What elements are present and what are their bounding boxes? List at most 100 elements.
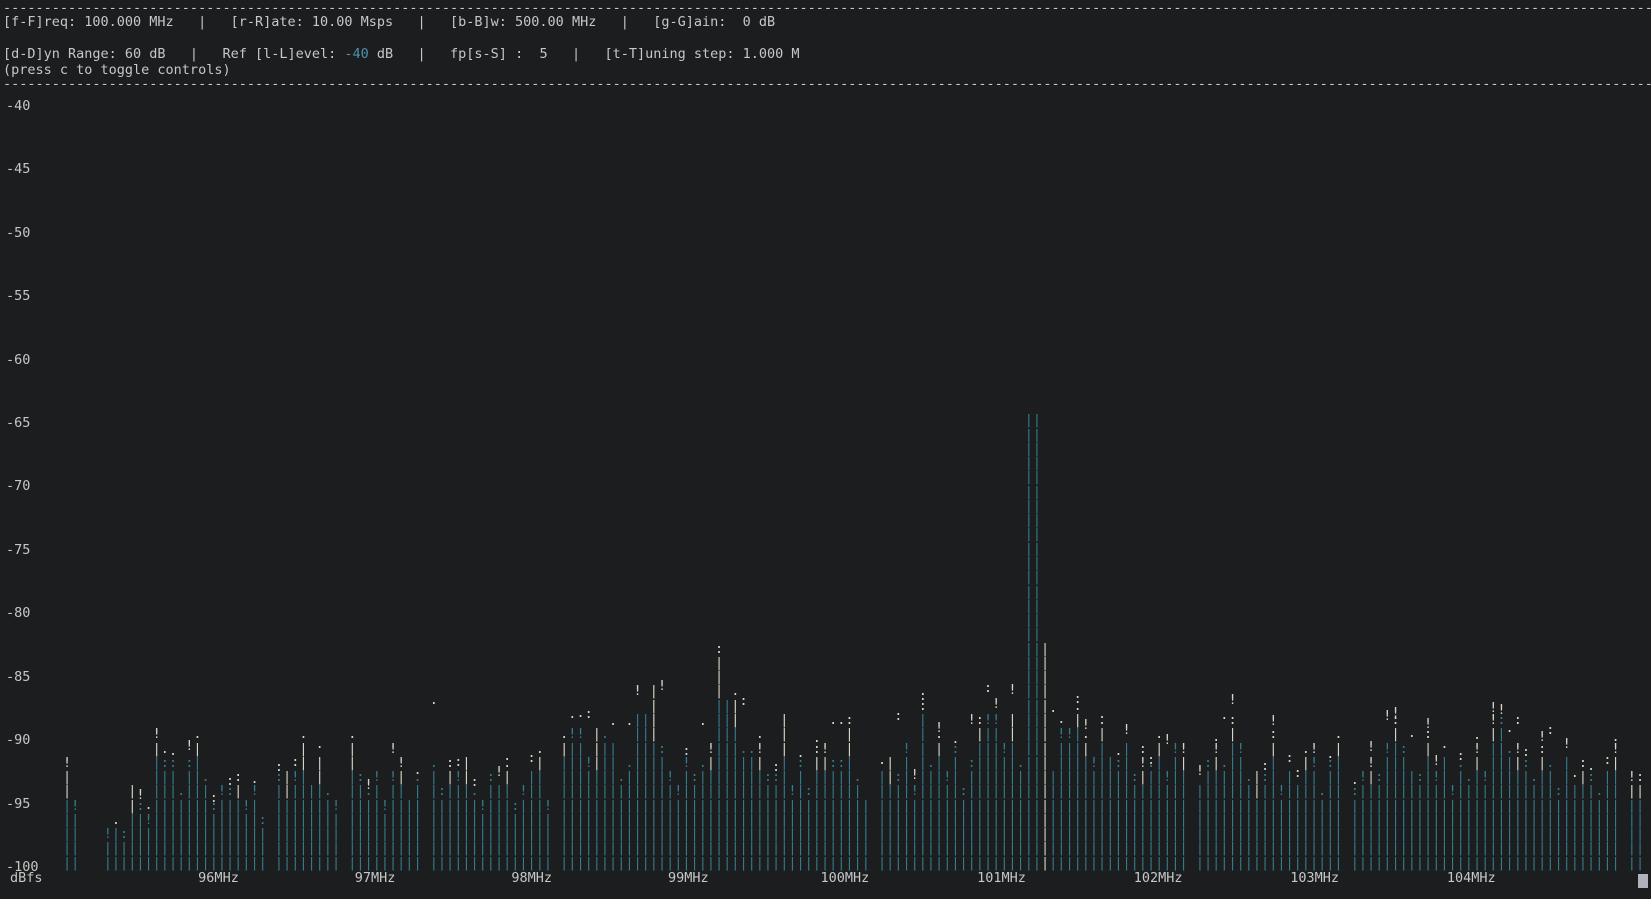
- x-axis-label: 103MHz: [1290, 871, 1339, 885]
- peak-hold-marker: !: [1538, 730, 1546, 744]
- peak-hold-marker: .: [951, 732, 959, 746]
- peak-hold-marker: .: [1220, 708, 1228, 722]
- peak-hold-marker: :: [1546, 723, 1554, 737]
- peak-hold-marker: :: [1522, 745, 1530, 759]
- y-axis-label: -75: [6, 543, 30, 557]
- controls-line-2: [d-D]yn Range: 60 dB | Ref [l-L]evel: -4…: [3, 47, 800, 61]
- peak-hold-marker: !: [1383, 709, 1391, 723]
- ref-level-value: -40: [344, 46, 368, 62]
- peak-hold-marker: :: [210, 791, 218, 805]
- peak-hold-marker: :: [275, 760, 283, 774]
- peak-hold-marker: .: [1612, 730, 1620, 744]
- peak-hold-marker: !: [1563, 737, 1571, 751]
- peak-hold-marker: :: [454, 755, 462, 769]
- peak-hold-marker: .: [829, 713, 837, 727]
- peak-hold-marker: !: [634, 684, 642, 698]
- peak-hold-marker: .: [699, 714, 707, 728]
- peak-hold-marker: .: [161, 742, 169, 756]
- peak-hold-marker: !: [136, 788, 144, 802]
- header-separator-top: ----------------------------------------…: [3, 1, 1651, 15]
- peak-hold-marker: :: [1514, 713, 1522, 727]
- header-separator-bottom: ----------------------------------------…: [3, 77, 1651, 91]
- peak-hold-marker: .: [1440, 737, 1448, 751]
- peak-hold-marker: !: [992, 697, 1000, 711]
- peak-hold-marker: .: [1571, 766, 1579, 780]
- peak-hold-marker: :: [894, 709, 902, 723]
- peak-hold-marker: .: [756, 727, 764, 741]
- peak-hold-marker: !: [1228, 693, 1236, 707]
- x-axis-label: 102MHz: [1134, 871, 1183, 885]
- spectrum-column: | | | | |: [862, 799, 871, 870]
- peak-hold-marker: .: [837, 713, 845, 727]
- peak-hold-marker: :: [1147, 753, 1155, 767]
- peak-hold-marker: .: [1098, 707, 1106, 721]
- peak-hold-marker: :: [739, 694, 747, 708]
- peak-hold-marker: :: [471, 775, 479, 789]
- peak-hold-marker: :: [226, 774, 234, 788]
- peak-hold-marker: .: [1587, 759, 1595, 773]
- spectrum-column: : | | |: [259, 813, 268, 870]
- peak-hold-marker: :: [1286, 751, 1294, 765]
- peak-hold-marker: !: [658, 679, 666, 693]
- peak-hold-marker: !: [911, 768, 919, 782]
- terminal-screen[interactable]: ----------------------------------------…: [0, 0, 1651, 899]
- spectrum-column: ! | | | |: [544, 799, 553, 870]
- peak-hold-marker: !: [1489, 701, 1497, 715]
- y-axis-label: -70: [6, 479, 30, 493]
- peak-hold-marker: .: [1212, 730, 1220, 744]
- peak-hold-marker: .: [609, 714, 617, 728]
- spectrum-column: ! | | | |: [332, 799, 341, 870]
- peak-hold-marker: .: [878, 753, 886, 767]
- peak-hold-marker: .: [169, 744, 177, 758]
- peak-hold-marker: .: [813, 731, 821, 745]
- y-axis-label: -95: [6, 797, 30, 811]
- peak-hold-marker: !: [185, 739, 193, 753]
- x-axis-label: 99MHz: [668, 871, 709, 885]
- y-axis-label: -85: [6, 670, 30, 684]
- peak-hold-marker: .: [1326, 747, 1334, 761]
- x-axis-label: 104MHz: [1447, 871, 1496, 885]
- peak-hold-marker: !: [1123, 723, 1131, 737]
- peak-hold-marker: :: [1603, 753, 1611, 767]
- peak-hold-marker: !: [1163, 733, 1171, 747]
- peak-hold-marker: !: [1497, 703, 1505, 717]
- x-axis-label: 100MHz: [821, 871, 870, 885]
- x-axis-label: 101MHz: [977, 871, 1026, 885]
- peak-hold-marker: !: [495, 765, 503, 779]
- peak-hold-marker: !: [1310, 742, 1318, 756]
- peak-hold-marker: .: [503, 749, 511, 763]
- peak-hold-marker: !: [935, 721, 943, 735]
- y-axis-label: -90: [6, 733, 30, 747]
- spectrum-column: . | | | | | |: [413, 770, 422, 870]
- controls-line-1: [f-F]req: 100.000 MHz | [r-R]ate: 10.00 …: [3, 15, 775, 29]
- peak-hold-marker: !: [1196, 764, 1204, 778]
- peak-hold-marker: :: [1294, 766, 1302, 780]
- peak-hold-marker: .: [1473, 728, 1481, 742]
- peak-hold-marker: :: [682, 744, 690, 758]
- peak-hold-marker: :: [1457, 749, 1465, 763]
- y-axis-label: -80: [6, 606, 30, 620]
- peak-hold-marker: :: [528, 751, 536, 765]
- y-axis-label: -40: [6, 99, 30, 113]
- y-axis-unit-label: dBfs: [10, 871, 43, 885]
- peak-hold-marker: !: [389, 742, 397, 756]
- peak-hold-marker: .: [568, 707, 576, 721]
- peak-hold-marker: .: [1057, 712, 1065, 726]
- spectrum-column: ! | | | |: [71, 799, 80, 870]
- peak-hold-marker: .: [1049, 701, 1057, 715]
- x-axis-label: 97MHz: [355, 871, 396, 885]
- peak-hold-marker: !: [365, 778, 373, 792]
- peak-hold-marker: :: [1139, 742, 1147, 756]
- peak-hold-marker: .: [145, 798, 153, 812]
- peak-hold-marker: !: [1008, 683, 1016, 697]
- peak-hold-marker: !: [1082, 718, 1090, 732]
- peak-hold-marker: !: [1424, 717, 1432, 731]
- y-axis-label: -65: [6, 416, 30, 430]
- y-axis-label: -60: [6, 353, 30, 367]
- controls-line-2-labels: [d-D]yn Range: 60 dB | Ref [l-L]evel:: [3, 46, 344, 62]
- peak-hold-marker: .: [413, 763, 421, 777]
- spectrum-column: ! || | | | | | |: [1612, 742, 1621, 870]
- terminal-cursor: [1638, 874, 1648, 888]
- peak-hold-marker: :: [772, 760, 780, 774]
- peak-hold-marker: :: [919, 689, 927, 703]
